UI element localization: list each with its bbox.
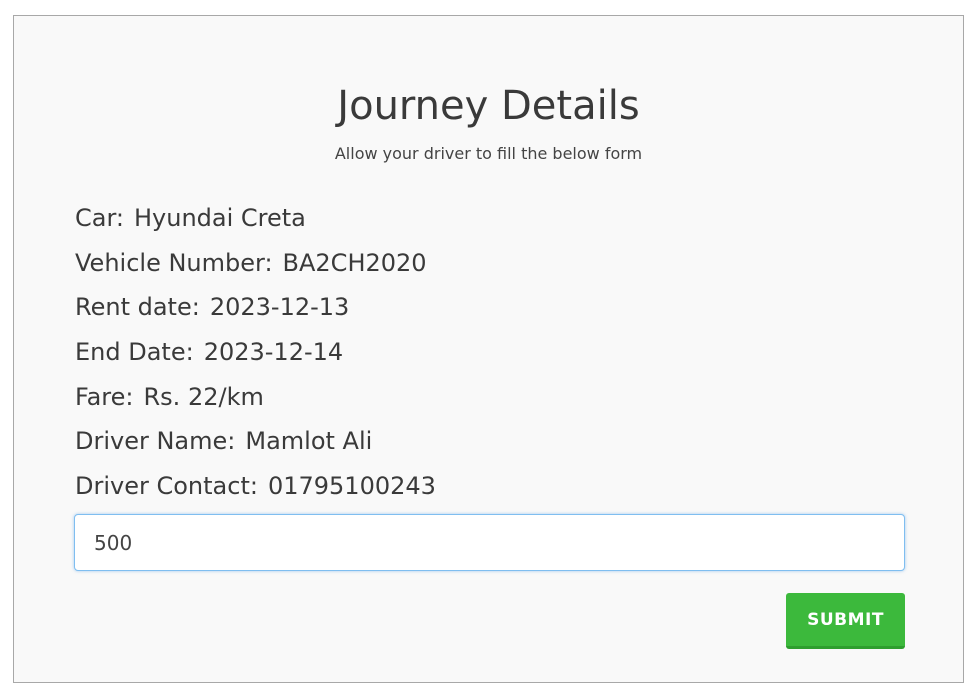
detail-label: Driver Contact: — [75, 472, 258, 501]
detail-label: Driver Name: — [75, 427, 236, 456]
detail-vehicle-number: Vehicle Number: BA2CH2020 — [75, 243, 905, 288]
journey-details-list: Car: Hyundai Creta Vehicle Number: BA2CH20… — [75, 198, 905, 511]
detail-driver-contact: Driver Contact: 01795100243 — [75, 466, 905, 511]
submit-button[interactable]: SUBMIT — [786, 593, 905, 649]
page-title: Journey Details — [337, 83, 640, 129]
detail-value: Hyundai Creta — [134, 204, 306, 232]
detail-driver-name: Driver Name: Mamlot Ali — [75, 421, 905, 466]
detail-label: Vehicle Number: — [75, 248, 273, 277]
detail-value: 2023-12-13 — [209, 293, 350, 322]
journey-input[interactable] — [74, 514, 905, 571]
detail-value: Rs. 22/km — [143, 382, 264, 411]
detail-car: Car: Hyundai Creta — [75, 198, 905, 243]
detail-end-date: End Date: 2023-12-14 — [75, 332, 905, 377]
detail-label: Fare: — [75, 382, 134, 411]
page-subtitle: Allow your driver to fill the below form — [334, 144, 643, 163]
detail-rent-date: Rent date: 2023-12-13 — [75, 287, 905, 332]
detail-value: Mamlot Ali — [245, 427, 373, 456]
detail-label: End Date: — [75, 338, 194, 367]
journey-details-card: Journey Details Allow your driver to fil… — [13, 15, 964, 683]
detail-value: BA2CH2020 — [282, 248, 427, 277]
detail-label: Car: — [75, 204, 124, 232]
detail-fare: Fare: Rs. 22/km — [75, 377, 905, 422]
detail-value: 2023-12-14 — [203, 338, 344, 367]
detail-value: 01795100243 — [267, 472, 436, 501]
detail-label: Rent date: — [75, 293, 200, 322]
